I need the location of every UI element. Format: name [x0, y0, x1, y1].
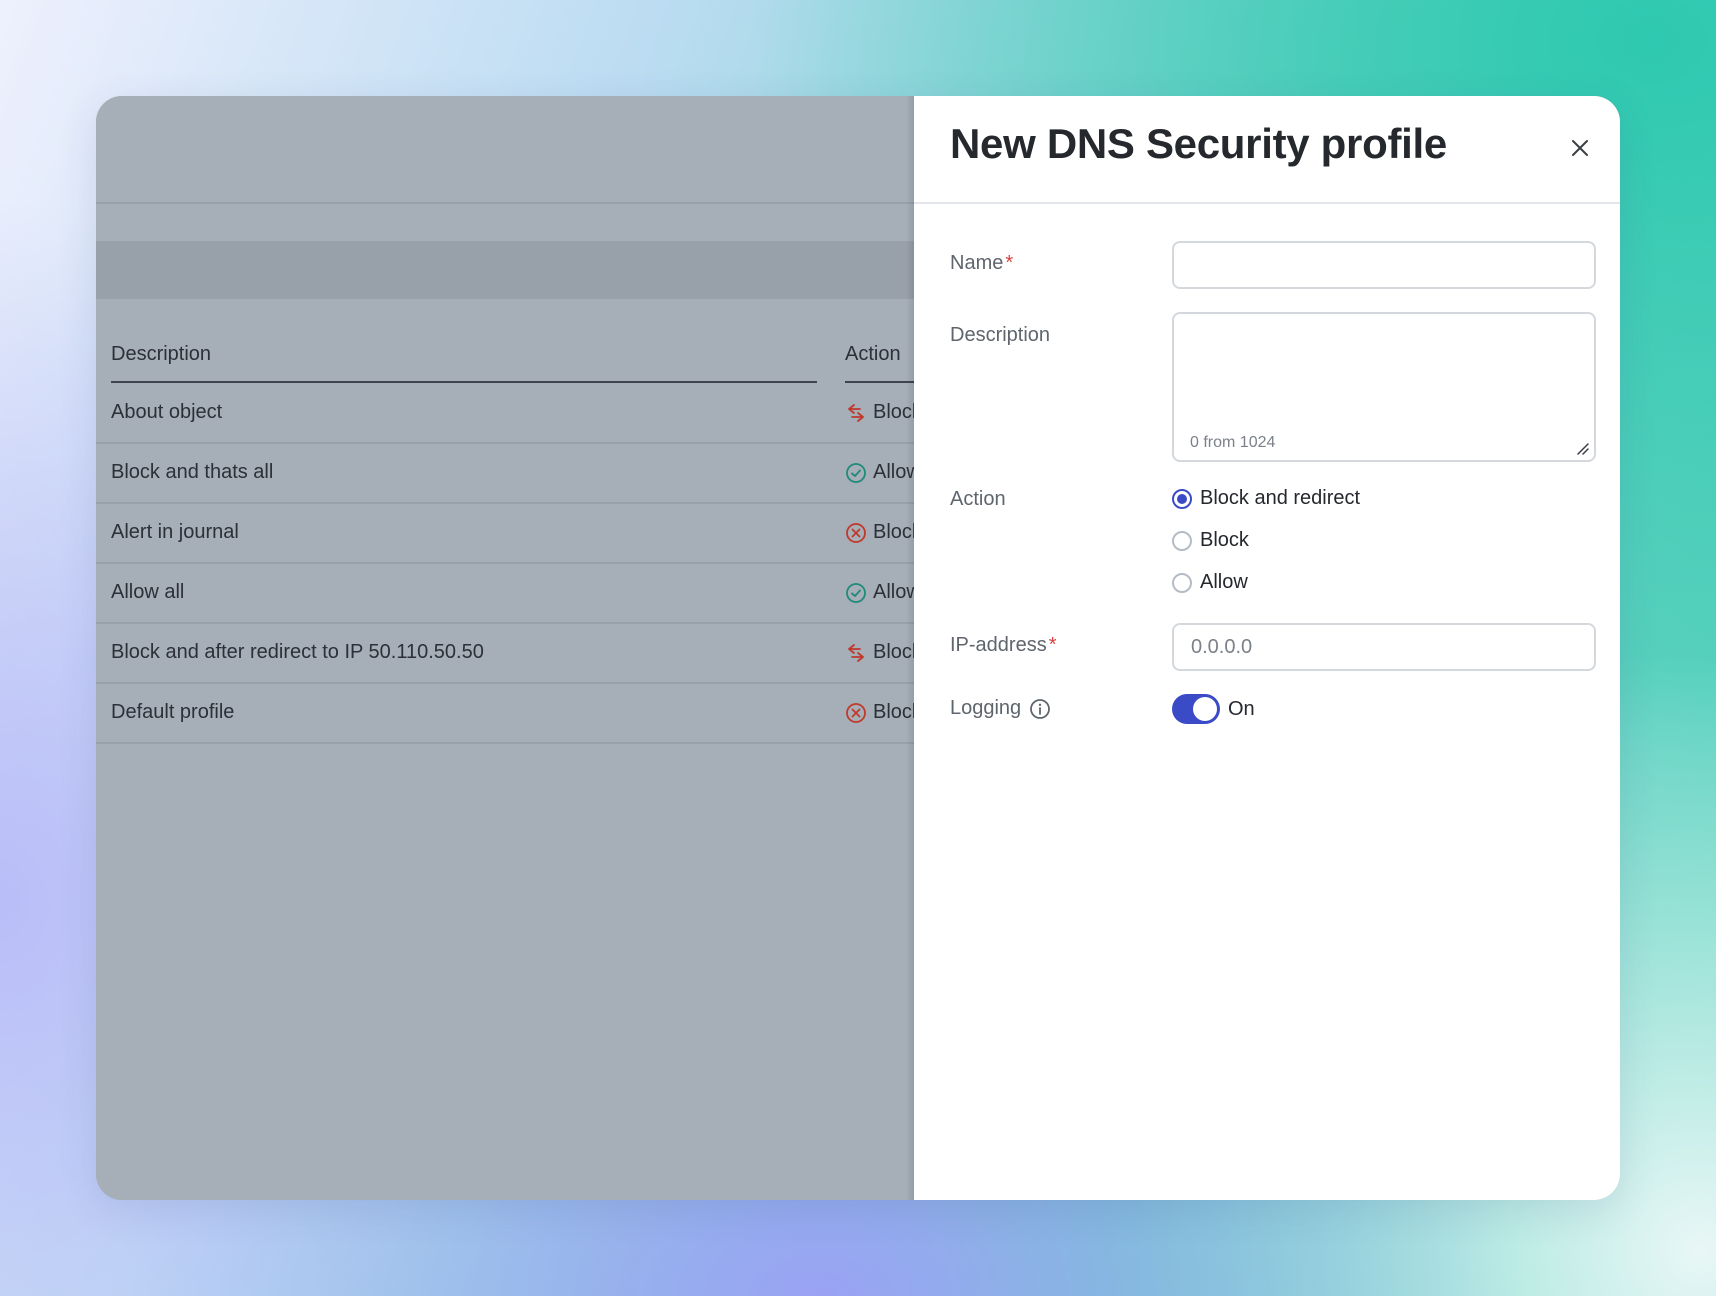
radio-unchecked[interactable] [1172, 572, 1192, 593]
action-label: Action [950, 488, 1006, 511]
table-row[interactable]: Alert in journal Block [96, 504, 922, 564]
ip-address-input[interactable] [1172, 623, 1596, 671]
app-window: Description Action About object Block Bl… [96, 96, 1620, 1200]
x-circle-icon [846, 702, 866, 723]
panel-title: New DNS Security profile [950, 120, 1447, 167]
action-option-label: Block [1200, 529, 1249, 551]
info-icon[interactable] [1029, 698, 1051, 720]
action-option-block-and-redirect[interactable]: Block and redirect [1172, 487, 1360, 510]
logging-label: Logging [950, 697, 1051, 720]
description-label: Description [950, 324, 1050, 347]
description-label-text: Description [950, 324, 1051, 346]
profiles-list-overlay: Description Action About object Block Bl… [96, 96, 925, 1200]
redirect-icon [848, 643, 864, 662]
action-option-block[interactable]: Block [1172, 529, 1249, 552]
logging-label-text: Logging [950, 697, 1022, 719]
description-field[interactable]: 0 from 1024 [1172, 312, 1596, 462]
panel-edge-shadow [906, 96, 914, 1200]
logging-state-label: On [1228, 697, 1255, 720]
table-row[interactable]: Allow all Allow [96, 564, 921, 624]
row-description: Default profile [111, 701, 235, 723]
logging-toggle[interactable] [1172, 694, 1220, 724]
close-button[interactable] [1564, 132, 1596, 164]
radio-unchecked[interactable] [1172, 530, 1192, 551]
row-description: Allow all [111, 581, 185, 603]
action-option-label: Allow [1200, 571, 1248, 593]
x-circle-icon [846, 522, 866, 543]
name-label-text: Name [950, 252, 1004, 274]
name-input[interactable] [1172, 241, 1596, 289]
ip-address-label: IP-address * [950, 634, 1057, 657]
description-char-counter: 0 from 1024 [1190, 434, 1276, 451]
new-profile-panel: New DNS Security profile Name * Descripti… [914, 96, 1620, 1200]
panel-header: New DNS Security profile [914, 96, 1620, 204]
radio-checked[interactable] [1172, 488, 1192, 509]
action-option-allow[interactable]: Allow [1172, 571, 1248, 594]
redirect-icon [848, 403, 864, 422]
required-marker: * [1005, 252, 1014, 274]
action-label-text: Action [950, 488, 1006, 510]
check-circle-icon [846, 582, 866, 603]
table-row[interactable]: Default profile Block [96, 684, 922, 744]
ip-address-label-text: IP-address [950, 634, 1047, 656]
profiles-table-body: About object Block Block and thats all A… [96, 384, 922, 744]
close-icon [1572, 140, 1588, 156]
toggle-knob [1193, 697, 1217, 721]
check-circle-icon [846, 462, 866, 483]
list-header-area [96, 96, 914, 204]
row-description: Block and thats all [111, 461, 274, 483]
row-description: About object [111, 401, 223, 423]
list-toolbar [96, 241, 914, 299]
column-header-description[interactable]: Description [111, 341, 817, 383]
row-description: Block and after redirect to IP 50.110.50… [111, 641, 484, 663]
logging-toggle-group: On [1172, 694, 1255, 724]
row-description: Alert in journal [111, 521, 239, 543]
required-marker: * [1048, 634, 1057, 656]
name-label: Name * [950, 252, 1013, 275]
resize-grip-icon[interactable] [1576, 442, 1590, 456]
table-row[interactable]: About object Block [96, 384, 922, 444]
action-option-label: Block and redirect [1200, 487, 1361, 509]
table-row[interactable]: Block and thats all Allow [96, 444, 921, 504]
table-row[interactable]: Block and after redirect to IP 50.110.50… [96, 624, 922, 684]
